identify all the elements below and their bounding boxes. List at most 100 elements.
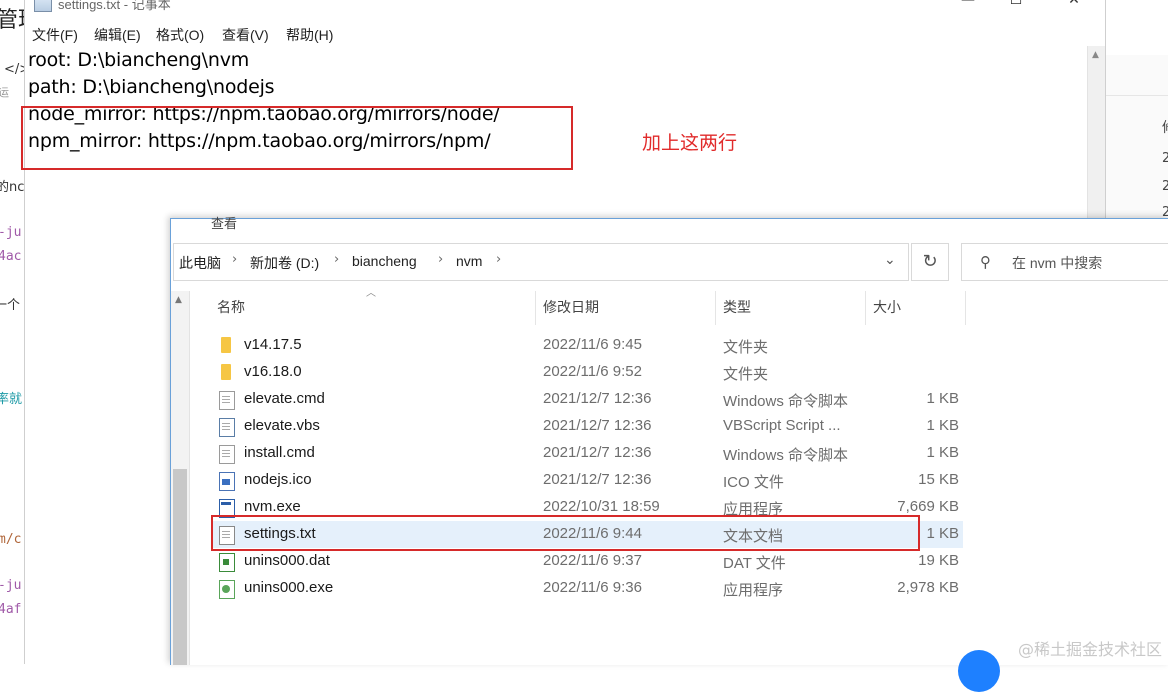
search-icon: ⚲ bbox=[980, 253, 991, 271]
file-size: 15 KB bbox=[918, 471, 959, 488]
background-page: 管理 </> 运 的nc -ju 4ac 一个 率就 m/c -ju 4af bbox=[0, 0, 26, 664]
search-input[interactable]: ⚲ 在 nvm 中搜索 bbox=[961, 243, 1168, 281]
menu-view[interactable]: 查看(V) bbox=[222, 25, 269, 45]
cmd-file-icon bbox=[219, 445, 235, 464]
file-name: nvm.exe bbox=[244, 498, 301, 515]
file-date: 2021/12/7 12:36 bbox=[543, 417, 652, 434]
folder-icon bbox=[221, 364, 231, 380]
highlight-box bbox=[211, 515, 920, 551]
sort-ascending-icon: ︿ bbox=[366, 288, 376, 299]
file-type: VBScript Script ... bbox=[723, 417, 841, 434]
file-row[interactable]: install.cmd 2021/12/7 12:36 Windows 命令脚本… bbox=[211, 440, 963, 467]
text-line: root: D:\biancheng\nvm bbox=[28, 49, 250, 71]
file-row[interactable]: unins000.exe 2022/11/6 9:36 应用程序 2,978 K… bbox=[211, 575, 963, 602]
column-divider[interactable] bbox=[965, 291, 966, 325]
file-name: unins000.exe bbox=[244, 579, 334, 596]
file-row[interactable]: elevate.vbs 2021/12/7 12:36 VBScript Scr… bbox=[211, 413, 963, 440]
file-size: 1 KB bbox=[926, 390, 959, 407]
file-type: DAT 文件 bbox=[723, 555, 786, 572]
watermark: @稀土掘金技术社区 bbox=[1017, 640, 1162, 659]
file-size: 7,669 KB bbox=[897, 498, 959, 515]
chevron-right-icon[interactable]: › bbox=[438, 252, 443, 267]
column-header-name[interactable]: 名称 bbox=[217, 297, 245, 317]
highlight-box bbox=[21, 106, 573, 170]
address-bar[interactable]: 此电脑 › 新加卷 (D:) › biancheng › nvm › ⌄ bbox=[173, 243, 909, 281]
menu-edit[interactable]: 编辑(E) bbox=[94, 25, 141, 45]
file-type: Windows 命令脚本 bbox=[723, 393, 849, 410]
column-header-type[interactable]: 类型 bbox=[723, 297, 751, 317]
file-size: 1 KB bbox=[926, 444, 959, 461]
uninstaller-icon bbox=[219, 580, 235, 599]
breadcrumb-nvm[interactable]: nvm bbox=[456, 253, 482, 269]
dat-file-icon bbox=[219, 553, 235, 572]
search-placeholder: 在 nvm 中搜索 bbox=[1012, 255, 1103, 271]
file-row[interactable]: unins000.dat 2022/11/6 9:37 DAT 文件 19 KB bbox=[211, 548, 963, 575]
bg-fragment: -ju bbox=[0, 225, 22, 240]
vbs-file-icon bbox=[219, 418, 235, 437]
chevron-down-icon[interactable]: ⌄ bbox=[884, 252, 896, 268]
column-divider[interactable] bbox=[865, 291, 866, 325]
explorer-window: 查看 此电脑 › 新加卷 (D:) › biancheng › nvm › ⌄ … bbox=[170, 216, 1168, 665]
file-row[interactable]: v14.17.5 2022/11/6 9:45 文件夹 bbox=[211, 332, 963, 359]
code-icon: </> bbox=[4, 62, 26, 77]
notepad-menubar: 文件(F) 编辑(E) 格式(O) 查看(V) 帮助(H) bbox=[25, 22, 1105, 46]
file-date: 2022/10/31 18:59 bbox=[543, 498, 660, 515]
file-name: install.cmd bbox=[244, 444, 315, 461]
file-size: 19 KB bbox=[918, 552, 959, 569]
menu-file[interactable]: 文件(F) bbox=[32, 25, 78, 45]
maximize-button[interactable]: ☐ bbox=[993, 0, 1039, 14]
bg-fragment: 4ac bbox=[0, 249, 22, 264]
file-date: 2021/12/7 12:36 bbox=[543, 471, 652, 488]
scroll-up-icon[interactable]: ▲ bbox=[1087, 50, 1104, 66]
column-divider[interactable] bbox=[535, 291, 536, 325]
file-row[interactable]: nodejs.ico 2021/12/7 12:36 ICO 文件 15 KB bbox=[211, 467, 963, 494]
column-divider[interactable] bbox=[715, 291, 716, 325]
file-row[interactable]: v16.18.0 2022/11/6 9:52 文件夹 bbox=[211, 359, 963, 386]
bg-fragment: 率就 bbox=[0, 392, 23, 407]
notepad-title: settings.txt - 记事本 bbox=[58, 0, 171, 12]
column-header-date[interactable]: 修改日期 bbox=[543, 297, 599, 317]
bg-fragment: m/c bbox=[0, 532, 22, 547]
notepad-titlebar[interactable]: settings.txt - 记事本 — ☐ ✕ bbox=[25, 0, 1105, 22]
bg-fragment: 2 bbox=[1162, 151, 1168, 166]
file-type: 文件夹 bbox=[723, 339, 769, 356]
close-button[interactable]: ✕ bbox=[1051, 0, 1097, 14]
ico-file-icon bbox=[219, 472, 235, 491]
bg-fragment: 运 bbox=[0, 86, 9, 99]
file-size: 1 KB bbox=[926, 417, 959, 434]
file-type: Windows 命令脚本 bbox=[723, 447, 849, 464]
bg-fragment: 一个 bbox=[0, 298, 21, 313]
file-date: 2021/12/7 12:36 bbox=[543, 444, 652, 461]
file-type: 应用程序 bbox=[723, 582, 784, 599]
file-date: 2022/11/6 9:45 bbox=[543, 336, 642, 353]
breadcrumb-this-pc[interactable]: 此电脑 bbox=[179, 253, 221, 273]
nav-scrollbar-thumb[interactable] bbox=[173, 469, 187, 665]
column-header-size[interactable]: 大小 bbox=[873, 297, 901, 317]
file-date: 2022/11/6 9:52 bbox=[543, 363, 642, 380]
bg-fragment: -ju bbox=[0, 578, 22, 593]
file-row[interactable]: elevate.cmd 2021/12/7 12:36 Windows 命令脚本… bbox=[211, 386, 963, 413]
menu-format[interactable]: 格式(O) bbox=[156, 25, 204, 45]
ribbon-view-tab[interactable]: 查看 bbox=[211, 213, 237, 232]
chevron-right-icon[interactable]: › bbox=[232, 252, 237, 267]
minimize-button[interactable]: — bbox=[945, 0, 991, 14]
scroll-up-icon[interactable]: ▲ bbox=[175, 295, 182, 305]
text-line: path: D:\biancheng\nodejs bbox=[28, 76, 275, 98]
refresh-button[interactable]: ↻ bbox=[911, 243, 949, 281]
file-name: unins000.dat bbox=[244, 552, 330, 569]
bg-fragment: 的nc bbox=[0, 180, 25, 195]
file-name: elevate.cmd bbox=[244, 390, 325, 407]
chevron-right-icon[interactable]: › bbox=[334, 252, 339, 267]
floating-action-icon[interactable] bbox=[958, 650, 1000, 692]
refresh-icon: ↻ bbox=[922, 251, 938, 272]
file-type: 文件夹 bbox=[723, 366, 769, 383]
folder-icon bbox=[221, 337, 231, 353]
breadcrumb-biancheng[interactable]: biancheng bbox=[352, 253, 417, 269]
file-size: 1 KB bbox=[926, 525, 959, 542]
breadcrumb-drive[interactable]: 新加卷 (D:) bbox=[250, 253, 319, 273]
file-size: 2,978 KB bbox=[897, 579, 959, 596]
notepad-app-icon bbox=[34, 0, 52, 12]
menu-help[interactable]: 帮助(H) bbox=[286, 25, 333, 45]
chevron-right-icon[interactable]: › bbox=[496, 252, 501, 267]
file-name: v14.17.5 bbox=[244, 336, 302, 353]
